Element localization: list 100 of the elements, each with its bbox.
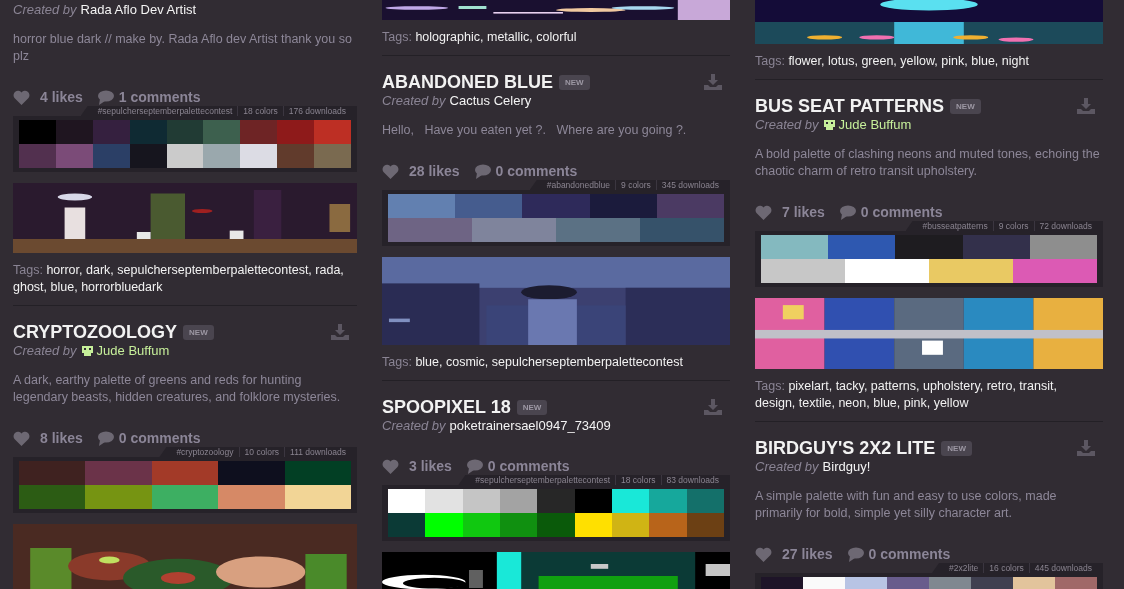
creator-link[interactable]: Birdguy!: [822, 459, 871, 475]
color-swatch[interactable]: [537, 513, 575, 537]
color-swatch[interactable]: [92, 144, 130, 168]
color-swatch[interactable]: [462, 513, 500, 537]
tag-link[interactable]: blue,: [873, 396, 901, 410]
color-swatch[interactable]: [929, 259, 1013, 283]
color-swatch[interactable]: [556, 218, 640, 242]
tag-link[interactable]: tacky,: [835, 379, 868, 393]
color-swatch[interactable]: [455, 194, 523, 218]
color-swatch[interactable]: [218, 461, 285, 485]
color-swatch[interactable]: [686, 513, 724, 537]
color-swatch[interactable]: [828, 235, 896, 259]
color-swatch[interactable]: [166, 120, 204, 144]
color-swatch[interactable]: [574, 513, 612, 537]
tag-link[interactable]: yellow,: [900, 54, 938, 68]
tag-link[interactable]: metallic,: [486, 30, 533, 44]
comments-link[interactable]: 0 comments: [838, 204, 943, 220]
tag-link[interactable]: neon,: [838, 396, 870, 410]
download-icon[interactable]: [704, 74, 722, 90]
tag-link[interactable]: upholstery,: [923, 379, 984, 393]
download-icon[interactable]: [704, 399, 722, 415]
color-swatch[interactable]: [129, 120, 167, 144]
color-swatch[interactable]: [649, 513, 687, 537]
tag-link[interactable]: rada,: [315, 263, 344, 277]
color-swatch[interactable]: [962, 235, 1030, 259]
color-swatch[interactable]: [472, 218, 556, 242]
tag-link[interactable]: patterns,: [870, 379, 920, 393]
comments-link[interactable]: 1 comments: [96, 89, 201, 105]
color-swatch[interactable]: [500, 513, 538, 537]
color-swatch[interactable]: [240, 120, 278, 144]
color-swatch[interactable]: [19, 461, 86, 485]
download-icon[interactable]: [1077, 98, 1095, 114]
color-swatch[interactable]: [649, 489, 687, 513]
like-button[interactable]: 7 likes: [755, 204, 825, 220]
color-swatch[interactable]: [166, 144, 204, 168]
creator-link[interactable]: Rada Aflo Dev Artist: [80, 2, 197, 18]
color-swatch[interactable]: [218, 485, 285, 509]
color-swatch[interactable]: [19, 485, 86, 509]
color-swatch[interactable]: [284, 485, 352, 509]
comments-link[interactable]: 0 comments: [846, 546, 951, 562]
creator-link[interactable]: Jude Buffum: [80, 343, 170, 359]
color-swatch[interactable]: [845, 259, 929, 283]
color-swatch[interactable]: [1013, 259, 1097, 283]
tag-link[interactable]: dark,: [86, 263, 114, 277]
tag-link[interactable]: blue,: [971, 54, 999, 68]
tag-link[interactable]: ghost,: [13, 280, 48, 294]
color-swatch[interactable]: [388, 513, 426, 537]
color-swatch[interactable]: [203, 144, 241, 168]
tag-link[interactable]: pink,: [941, 54, 968, 68]
color-swatch[interactable]: [611, 489, 650, 513]
comments-link[interactable]: 0 comments: [465, 458, 570, 474]
tag-link[interactable]: sepulcherseptemberpalettecontest,: [117, 263, 312, 277]
tag-link[interactable]: retro,: [986, 379, 1016, 393]
color-swatch[interactable]: [277, 120, 315, 144]
like-button[interactable]: 8 likes: [13, 430, 83, 446]
like-button[interactable]: 3 likes: [382, 458, 452, 474]
tag-link[interactable]: horror,: [46, 263, 83, 277]
creator-link[interactable]: poketrainersael0947_73409: [449, 418, 611, 434]
color-swatch[interactable]: [589, 194, 657, 218]
color-swatch[interactable]: [500, 489, 538, 513]
tag-link[interactable]: horrorbluedark: [81, 280, 163, 294]
tag-link[interactable]: colorful: [536, 30, 577, 44]
color-swatch[interactable]: [19, 120, 56, 144]
color-swatch[interactable]: [277, 144, 315, 168]
tag-link[interactable]: transit,: [1019, 379, 1057, 393]
color-swatch[interactable]: [388, 489, 426, 513]
tag-link[interactable]: pixelart,: [788, 379, 833, 393]
color-swatch[interactable]: [55, 120, 93, 144]
color-swatch[interactable]: [151, 461, 219, 485]
color-swatch[interactable]: [462, 489, 500, 513]
color-swatch[interactable]: [85, 485, 152, 509]
color-swatch[interactable]: [388, 218, 472, 242]
color-swatch[interactable]: [1029, 235, 1097, 259]
color-swatch[interactable]: [203, 120, 241, 144]
color-swatch[interactable]: [314, 120, 351, 144]
color-swatch[interactable]: [314, 144, 351, 168]
color-swatch[interactable]: [19, 144, 56, 168]
tag-link[interactable]: flower,: [788, 54, 825, 68]
tag-link[interactable]: night: [1001, 54, 1029, 68]
tag-link[interactable]: sepulcherseptemberpalettecontest: [491, 355, 683, 369]
color-swatch[interactable]: [611, 513, 650, 537]
color-swatch[interactable]: [425, 489, 463, 513]
color-swatch[interactable]: [656, 194, 724, 218]
color-swatch[interactable]: [640, 218, 724, 242]
color-swatch[interactable]: [240, 144, 278, 168]
tag-link[interactable]: green,: [861, 54, 897, 68]
tag-link[interactable]: pink,: [903, 396, 931, 410]
color-swatch[interactable]: [761, 259, 845, 283]
color-swatch[interactable]: [284, 461, 352, 485]
tag-link[interactable]: textile,: [798, 396, 835, 410]
color-swatch[interactable]: [85, 461, 152, 485]
tag-link[interactable]: design,: [755, 396, 796, 410]
color-swatch[interactable]: [686, 489, 724, 513]
comments-link[interactable]: 0 comments: [473, 163, 578, 179]
comments-link[interactable]: 0 comments: [96, 430, 201, 446]
color-swatch[interactable]: [151, 485, 219, 509]
tag-link[interactable]: cosmic,: [445, 355, 489, 369]
color-swatch[interactable]: [388, 194, 456, 218]
like-button[interactable]: 4 likes: [13, 89, 83, 105]
download-icon[interactable]: [331, 324, 349, 340]
